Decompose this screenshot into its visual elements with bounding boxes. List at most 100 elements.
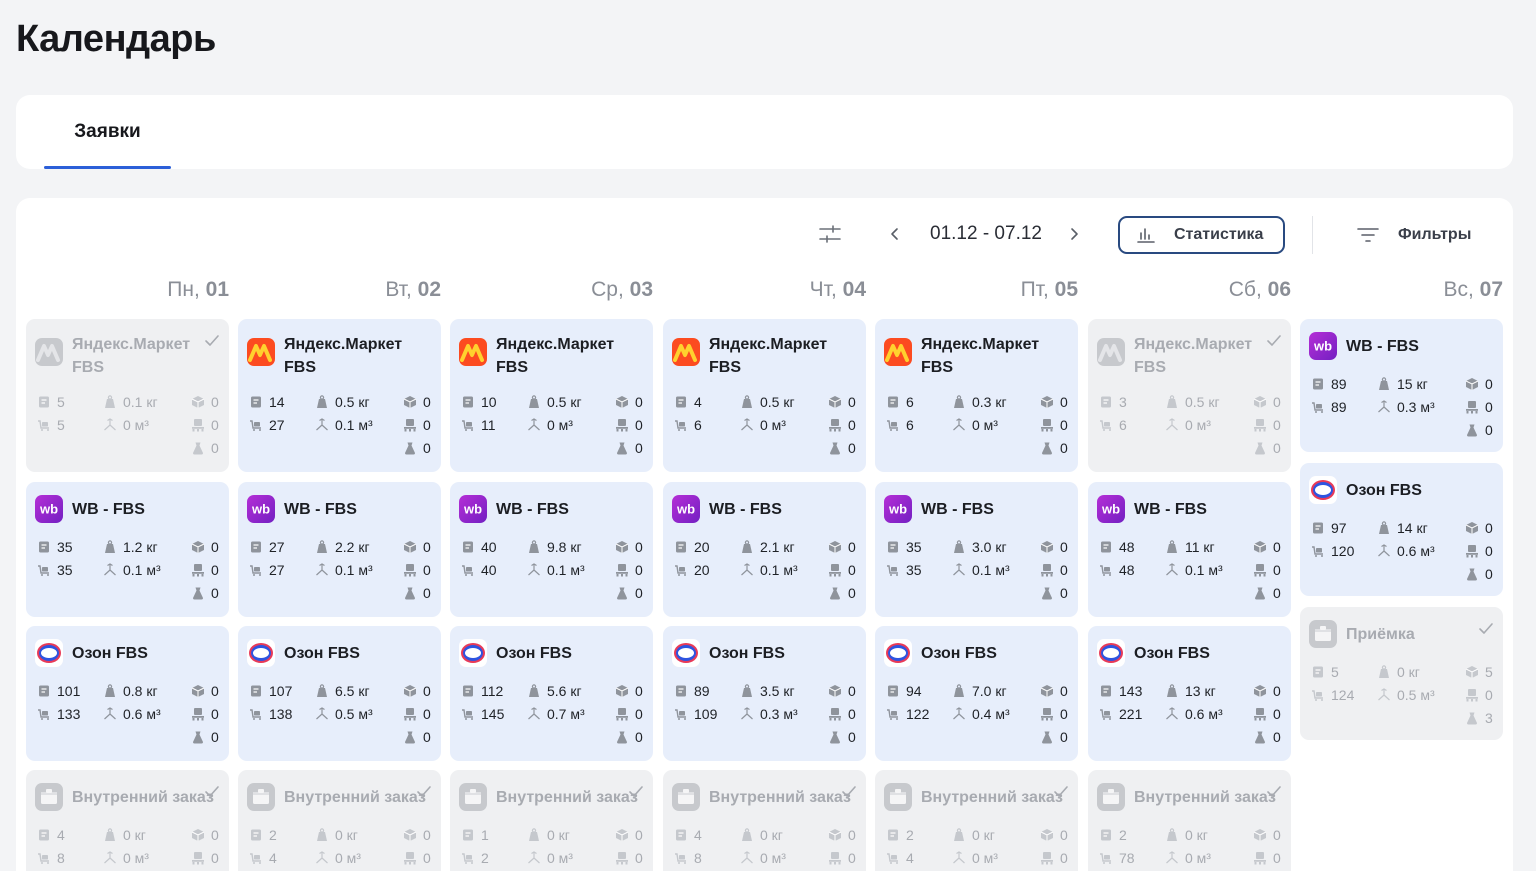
stat-bags: 0 [848, 585, 856, 601]
stat-docs: 14 [269, 394, 285, 410]
stat-volume: 0.1 м³ [972, 562, 1010, 578]
order-card[interactable]: Внутренний заказ 2 4 0 кг 0 м³ 0 0 [238, 770, 441, 871]
order-card[interactable]: wb WB - FBS 27 27 2.2 кг 0.1 м³ 0 0 0 [238, 482, 441, 617]
weight-icon [1165, 684, 1179, 698]
stat-docs: 107 [269, 683, 293, 699]
order-card[interactable]: wb WB - FBS 48 48 11 кг 0.1 м³ 0 0 0 [1088, 482, 1291, 617]
docs-icon [249, 828, 263, 842]
sliders-icon[interactable] [818, 222, 842, 246]
weight-icon [952, 828, 966, 842]
stat-docs: 89 [694, 683, 710, 699]
order-card[interactable]: Озон FBS 101 133 0.8 кг 0.6 м³ 0 0 0 [26, 626, 229, 761]
rows-icon [886, 563, 900, 577]
volume-icon [103, 707, 117, 721]
volume-icon [527, 418, 541, 432]
boxes-icon [828, 395, 842, 409]
prev-week-button[interactable] [885, 222, 905, 246]
docs-icon [37, 395, 51, 409]
wb-logo-icon: wb [1097, 495, 1125, 523]
order-card[interactable]: Яндекс.Маркет FBS 10 11 0.5 кг 0 м³ 0 0 0 [450, 319, 653, 472]
card-title: Яндекс.Маркет FBS [709, 336, 828, 376]
stat-volume: 0 м³ [760, 850, 786, 866]
filters-button[interactable]: Фильтры [1356, 222, 1471, 248]
bags-icon [1465, 423, 1479, 437]
boxes-icon [1040, 540, 1054, 554]
check-icon [205, 335, 219, 346]
stat-rows: 89 [1331, 399, 1347, 415]
marketplace-logo [35, 338, 63, 366]
order-card[interactable]: wb WB - FBS 35 35 1.2 кг 0.1 м³ 0 0 0 [26, 482, 229, 617]
yandex-market-logo-icon [35, 338, 63, 366]
stat-pallets: 0 [211, 706, 219, 722]
order-card[interactable]: wb WB - FBS 40 40 9.8 кг 0.1 м³ 0 0 0 [450, 482, 653, 617]
bags-icon [615, 730, 629, 744]
order-card[interactable]: Внутренний заказ 4 8 0 кг 0 м³ 0 0 [663, 770, 866, 871]
order-card[interactable]: Озон FBS 89 109 3.5 кг 0.3 м³ 0 0 0 [663, 626, 866, 761]
order-card[interactable]: Озон FBS 94 122 7.0 кг 0.4 м³ 0 0 0 [875, 626, 1078, 761]
boxes-icon [1253, 684, 1267, 698]
pallets-icon [615, 418, 629, 432]
stat-volume: 0 м³ [547, 850, 573, 866]
stat-pallets: 0 [635, 417, 643, 433]
ozon-logo-icon [672, 639, 700, 667]
weight-icon [952, 395, 966, 409]
rows-icon [37, 418, 51, 432]
boxes-icon [403, 828, 417, 842]
rows-icon [1099, 418, 1113, 432]
stat-pallets: 0 [1485, 543, 1493, 559]
order-card[interactable]: Озон FBS 107 138 6.5 кг 0.5 м³ 0 0 0 [238, 626, 441, 761]
tab-requests[interactable]: Заявки [44, 95, 171, 169]
marketplace-logo: wb [884, 495, 912, 523]
order-card[interactable]: wb WB - FBS 35 35 3.0 кг 0.1 м³ 0 0 0 [875, 482, 1078, 617]
stat-volume: 0 м³ [1185, 417, 1211, 433]
card-title: Приёмка [1346, 626, 1415, 643]
volume-icon [315, 707, 329, 721]
day-name: Пн, [167, 278, 200, 301]
boxes-icon [191, 540, 205, 554]
boxes-icon [615, 828, 629, 842]
day-header: Чт, 04 [666, 278, 866, 302]
order-card[interactable]: Внутренний заказ 4 8 0 кг 0 м³ 0 0 [26, 770, 229, 871]
svg-text:wb: wb [1101, 502, 1120, 517]
day-header: Сб, 06 [1091, 278, 1291, 302]
order-card[interactable]: Приёмка 5 124 0 кг 0.5 м³ 5 0 3 [1300, 607, 1503, 740]
stat-weight: 0 кг [1397, 664, 1420, 680]
stat-weight: 0.3 кг [972, 394, 1007, 410]
order-card[interactable]: wb WB - FBS 20 20 2.1 кг 0.1 м³ 0 0 0 [663, 482, 866, 617]
statistics-button[interactable]: Статистика [1118, 216, 1285, 254]
order-card[interactable]: wb WB - FBS 89 89 15 кг 0.3 м³ 0 0 0 [1300, 319, 1503, 452]
svg-text:wb: wb [1313, 339, 1332, 354]
stat-rows: 109 [694, 706, 718, 722]
order-card[interactable]: Озон FBS 97 120 14 кг 0.6 м³ 0 0 0 [1300, 463, 1503, 596]
order-card[interactable]: Внутренний заказ 1 2 0 кг 0 м³ 0 0 [450, 770, 653, 871]
stat-weight: 1.2 кг [123, 539, 158, 555]
stat-docs: 4 [694, 827, 702, 843]
volume-icon [1377, 688, 1391, 702]
day-number: 05 [1054, 278, 1078, 301]
stat-volume: 0 м³ [972, 850, 998, 866]
next-week-button[interactable] [1064, 222, 1084, 246]
order-card[interactable]: Озон FBS 143 221 13 кг 0.6 м³ 0 0 0 [1088, 626, 1291, 761]
marketplace-logo [247, 639, 275, 667]
order-card[interactable]: Внутренний заказ 2 4 0 кг 0 м³ 0 0 [875, 770, 1078, 871]
stat-docs: 3 [1119, 394, 1127, 410]
stat-volume: 0 м³ [123, 417, 149, 433]
stat-pallets: 0 [1273, 562, 1281, 578]
rows-icon [674, 851, 688, 865]
order-card[interactable]: Яндекс.Маркет FBS 14 27 0.5 кг 0.1 м³ 0 0 0 [238, 319, 441, 472]
order-card[interactable]: Внутренний заказ 2 78 0 кг 0 м³ 0 0 [1088, 770, 1291, 871]
box-logo-icon [35, 783, 63, 811]
stat-rows: 138 [269, 706, 293, 722]
order-card[interactable]: Яндекс.Маркет FBS 6 6 0.3 кг 0 м³ 0 0 0 [875, 319, 1078, 472]
stat-rows: 5 [57, 417, 65, 433]
stat-docs: 40 [481, 539, 497, 555]
box-logo-icon [884, 783, 912, 811]
stat-weight: 2.2 кг [335, 539, 370, 555]
docs-icon [1311, 377, 1325, 391]
order-card[interactable]: Яндекс.Маркет FBS 5 5 0.1 кг 0 м³ 0 0 0 [26, 319, 229, 472]
order-card[interactable]: Яндекс.Маркет FBS 3 6 0.5 кг 0 м³ 0 0 0 [1088, 319, 1291, 472]
volume-icon [527, 563, 541, 577]
order-card[interactable]: Озон FBS 112 145 5.6 кг 0.7 м³ 0 0 0 [450, 626, 653, 761]
weight-icon [1377, 665, 1391, 679]
order-card[interactable]: Яндекс.Маркет FBS 4 6 0.5 кг 0 м³ 0 0 0 [663, 319, 866, 472]
